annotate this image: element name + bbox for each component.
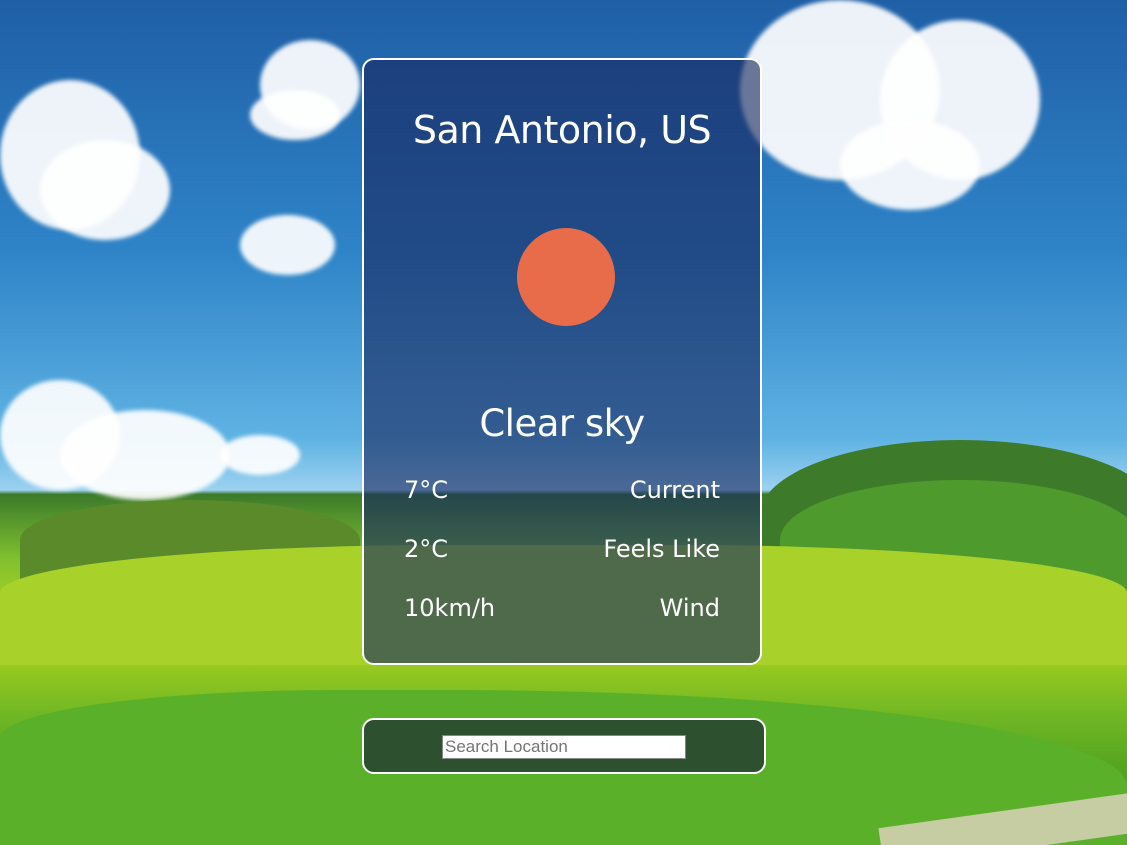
stat-row-current: 7°C Current xyxy=(404,476,720,508)
stat-value: 7°C xyxy=(404,476,449,504)
search-container xyxy=(362,718,766,774)
stat-label: Wind xyxy=(659,594,720,622)
weather-card: San Antonio, US Clear sky 7°C Current 2°… xyxy=(362,58,762,665)
stat-row-feels-like: 2°C Feels Like xyxy=(404,535,720,567)
stat-label: Feels Like xyxy=(603,535,720,563)
stat-row-wind: 10km/h Wind xyxy=(404,594,720,626)
stat-label: Current xyxy=(629,476,720,504)
location-title: San Antonio, US xyxy=(412,108,712,152)
stat-value: 10km/h xyxy=(404,594,496,622)
stat-value: 2°C xyxy=(404,535,449,563)
search-location-input[interactable] xyxy=(442,735,686,759)
weather-description: Clear sky xyxy=(479,402,645,445)
sun-icon xyxy=(517,228,615,326)
